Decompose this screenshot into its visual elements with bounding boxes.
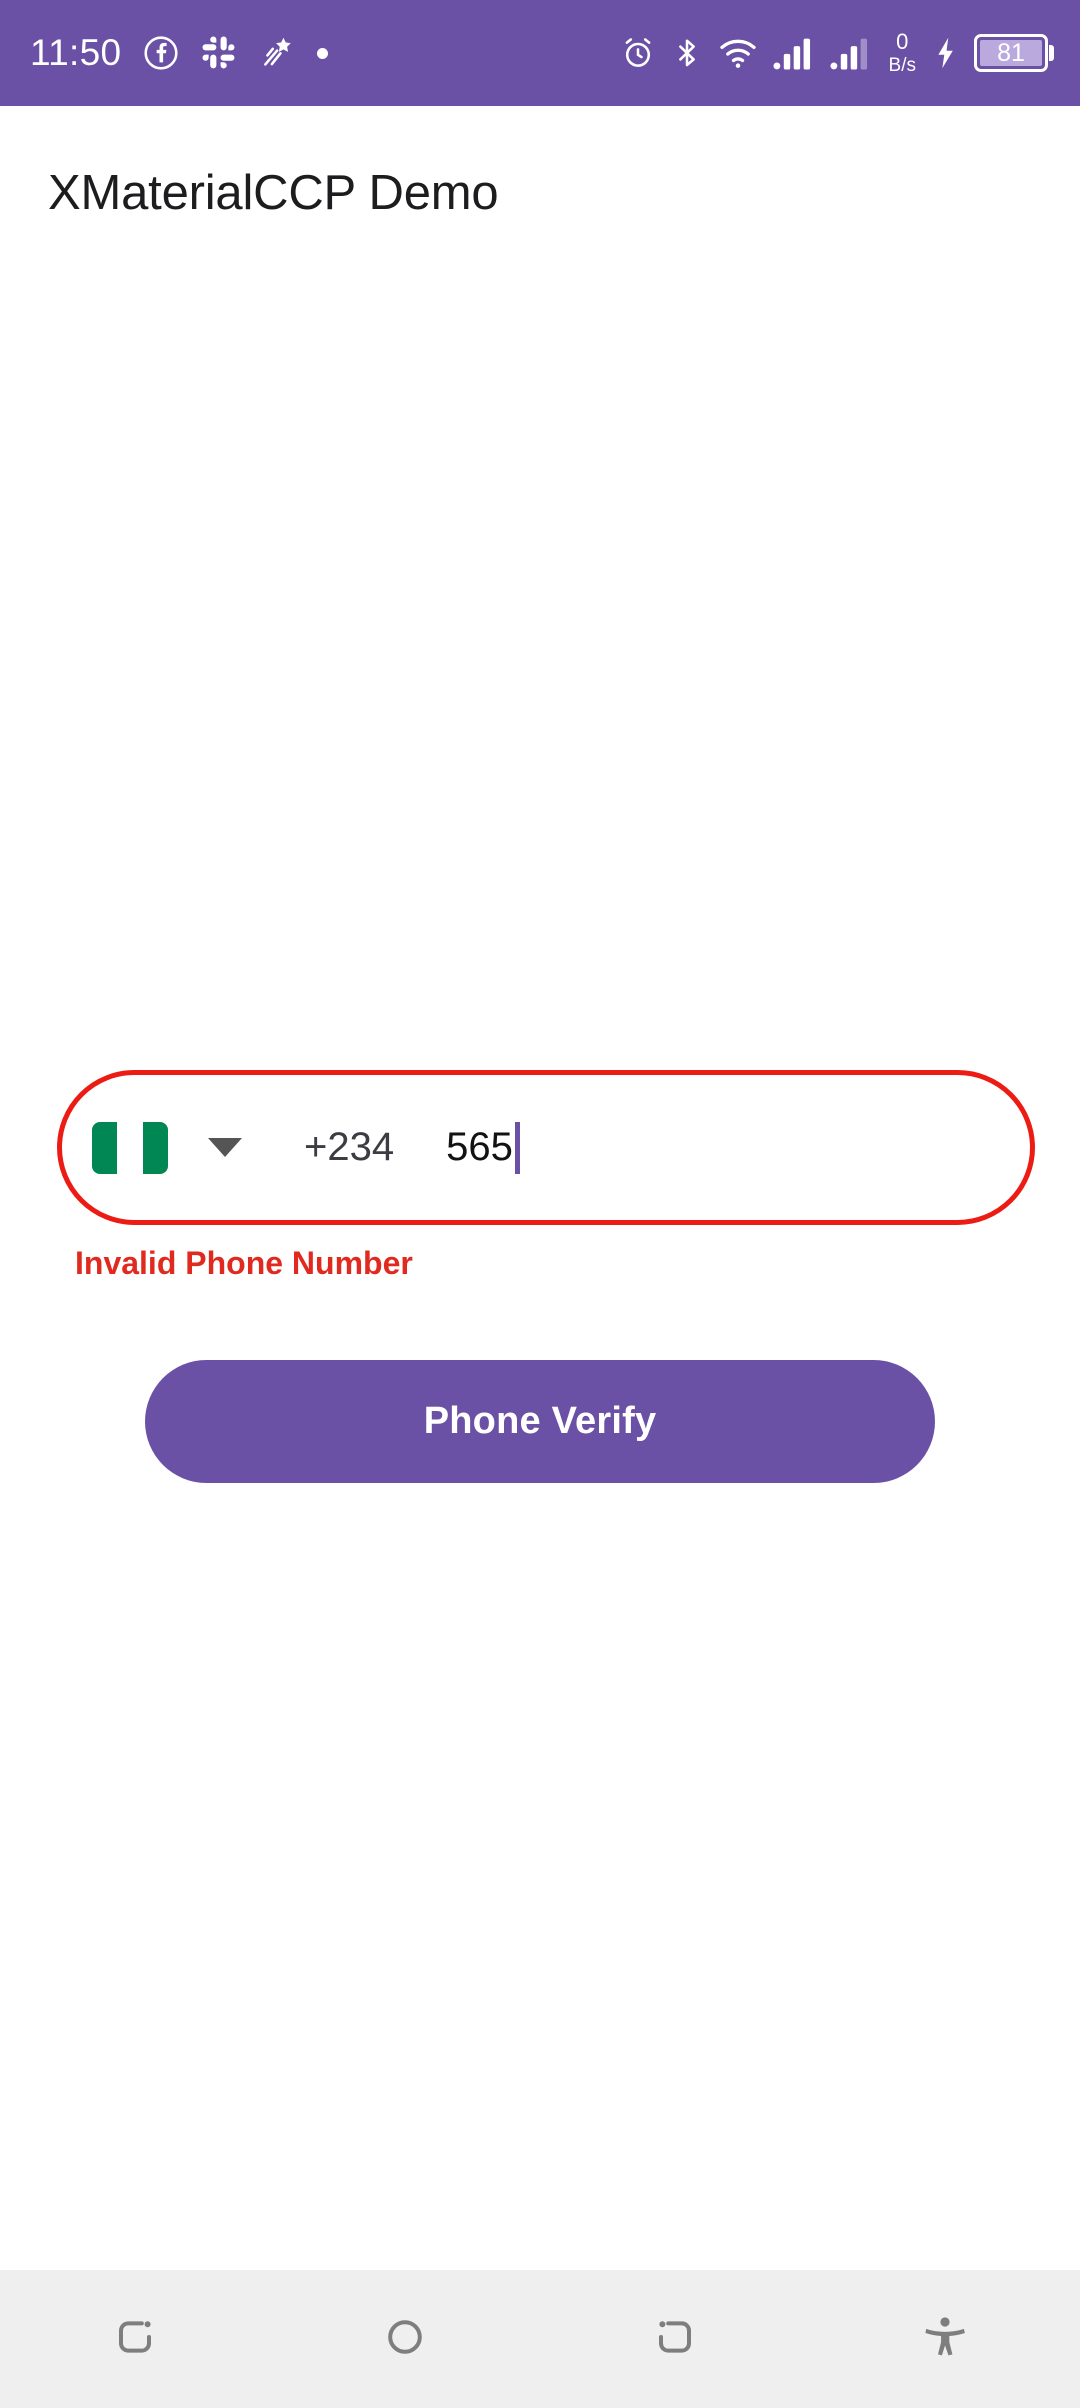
recents-button[interactable] <box>0 2311 270 2368</box>
shooting-star-icon <box>259 35 295 71</box>
accessibility-button[interactable] <box>810 2312 1080 2367</box>
slack-icon <box>201 35 237 71</box>
recents-icon <box>109 2311 161 2368</box>
dot-icon <box>317 47 329 59</box>
country-dial-code[interactable]: +234 <box>304 1125 394 1170</box>
navigation-bar <box>0 2270 1080 2408</box>
phone-screen: 11:50 0 B/s 81 XMaterialCCP Demo +234 56… <box>0 0 1080 2408</box>
network-speed-value: 0 <box>896 29 909 54</box>
charging-bolt-icon <box>933 36 959 70</box>
wifi-icon <box>718 35 758 71</box>
back-button[interactable] <box>540 2311 810 2368</box>
alarm-icon <box>620 35 656 71</box>
battery-level-text: 81 <box>980 39 1042 67</box>
text-cursor <box>514 1121 520 1174</box>
network-speed-indicator: 0 B/s <box>888 29 916 76</box>
signal-1-icon <box>772 35 815 71</box>
home-button[interactable] <box>270 2311 540 2368</box>
status-bar-right: 0 B/s 81 <box>620 31 1054 75</box>
chevron-down-icon[interactable] <box>208 1138 242 1157</box>
error-message: Invalid Phone Number <box>75 1245 413 1281</box>
signal-2-icon <box>829 35 872 71</box>
status-bar: 11:50 0 B/s 81 <box>0 0 1080 106</box>
battery-nub <box>1049 45 1054 61</box>
battery-indicator: 81 <box>974 34 1054 72</box>
accessibility-icon <box>920 2312 970 2367</box>
home-circle-icon <box>379 2311 431 2368</box>
back-icon <box>649 2311 701 2368</box>
battery-shell: 81 <box>974 34 1048 72</box>
phone-number-field[interactable]: +234 565 <box>57 1070 1035 1225</box>
status-bar-clock: 11:50 <box>30 32 122 73</box>
bluetooth-icon <box>671 35 703 71</box>
network-speed-unit: B/s <box>888 55 916 76</box>
facebook-icon <box>143 35 179 71</box>
phone-verify-button[interactable]: Phone Verify <box>145 1360 935 1483</box>
page-title: XMaterialCCP Demo <box>48 166 499 220</box>
status-bar-left: 11:50 <box>30 32 329 74</box>
nigeria-flag-icon <box>92 1121 168 1174</box>
phone-number-input[interactable]: 565 <box>446 1125 513 1170</box>
